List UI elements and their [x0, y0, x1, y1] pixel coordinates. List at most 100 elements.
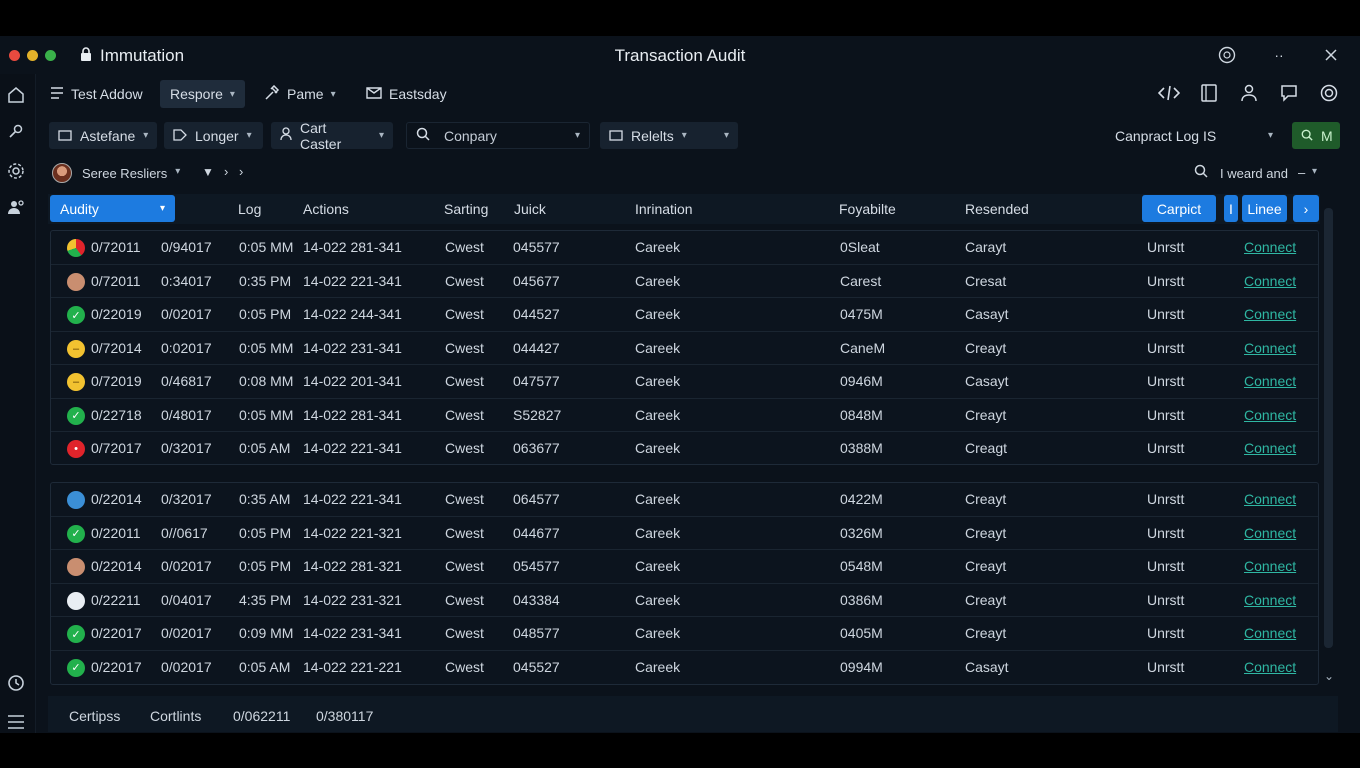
menu-icon[interactable] — [5, 711, 27, 733]
table-row[interactable]: 0/22014 0/32017 0:35 AM 14-022 221-341 Cwest… — [51, 483, 1318, 517]
connect-link[interactable]: Connect — [1244, 407, 1296, 423]
connect-link[interactable]: Connect — [1244, 239, 1296, 255]
col-sarting[interactable]: Sarting — [444, 201, 488, 217]
table-row[interactable]: 0/22211 0/04017 4:35 PM 14-022 231-321 Cwest… — [51, 584, 1318, 617]
filter-triangle-icon[interactable]: ▼ — [202, 165, 214, 179]
longer-filter[interactable]: Longer ▾ — [164, 122, 263, 149]
check-icon: ✓ — [67, 406, 85, 425]
status-mixed-icon — [67, 239, 85, 257]
user-avatar-icon — [67, 272, 85, 291]
cart-caster-filter[interactable]: Cart Caster ▾ — [271, 120, 393, 152]
table-row[interactable]: 0/72011 0:34017 0:35 PM 14-022 221-341 Cwest… — [51, 265, 1318, 298]
close-window-button[interactable] — [9, 50, 20, 61]
minimize-window-button[interactable] — [27, 50, 38, 61]
connect-link[interactable]: Connect — [1244, 340, 1296, 356]
cell-time: 0:05 AM — [239, 658, 291, 675]
cell-time: 0:05 PM — [239, 524, 292, 541]
next-button[interactable]: › — [1293, 195, 1319, 222]
globe-icon[interactable] — [1216, 44, 1238, 66]
cell-id: 0:34017 — [161, 272, 212, 289]
cell-actions: 14-022 221-221 — [303, 658, 402, 675]
col-log[interactable]: Log — [238, 201, 261, 217]
key-icon[interactable] — [5, 121, 27, 143]
settings-icon[interactable] — [5, 160, 27, 182]
scrollbar[interactable] — [1324, 208, 1333, 648]
cell-date: 0/72017 — [91, 440, 142, 456]
cell-id: 0/02017 — [161, 558, 212, 574]
respore-dropdown[interactable]: Respore ▾ — [160, 80, 245, 108]
cell-state: Unrstt — [1147, 373, 1185, 389]
eastsday-button[interactable]: Eastsday — [366, 80, 447, 108]
search-icon[interactable] — [1194, 164, 1208, 181]
connect-link[interactable]: Connect — [1244, 373, 1296, 389]
connect-link[interactable]: Connect — [1244, 440, 1296, 456]
table-row[interactable]: 0/72011 0/94017 0:05 MM 14-022 281-341 Cwest… — [51, 231, 1318, 265]
table-row[interactable]: 0/22014 0/02017 0:05 PM 14-022 281-321 Cwest… — [51, 550, 1318, 584]
table-row[interactable]: –0/72014 0:02017 0:05 MM 14-022 231-341 Cwes… — [51, 332, 1318, 365]
table-row[interactable]: ✓ 0/22017 0/02017 0:09 MM 14-022 231-341 Cwes… — [51, 617, 1318, 651]
table-row[interactable]: –0/72019 0/46817 0:08 MM 14-022 201-341 Cwes… — [51, 365, 1318, 399]
check-icon: ✓ — [67, 306, 85, 324]
table-row[interactable]: ✓ 0/22019 0/02017 0:05 PM 14-022 244-341 Cwes… — [51, 298, 1318, 332]
connect-link[interactable]: Connect — [1244, 659, 1296, 675]
connect-link[interactable]: Connect — [1244, 625, 1296, 641]
connect-link[interactable]: Connect — [1244, 491, 1296, 507]
col-actions[interactable]: Actions — [303, 201, 349, 217]
maximize-window-button[interactable] — [45, 50, 56, 61]
cell-sarting: Cwest — [445, 591, 484, 608]
connect-link[interactable]: Connect — [1244, 525, 1296, 541]
table-row[interactable]: ✓ 0/22017 0/02017 0:05 AM 14-022 221-221 Cwes… — [51, 651, 1318, 685]
table-group-2: 0/22014 0/32017 0:35 AM 14-022 221-341 Cwest… — [50, 482, 1319, 685]
more-icon[interactable]: ·· — [1268, 44, 1290, 66]
history-icon[interactable] — [5, 671, 27, 693]
cell-juick: S52827 — [513, 406, 562, 423]
chat-icon[interactable] — [1278, 82, 1300, 104]
astefane-filter[interactable]: Astefane ▾ — [49, 122, 157, 149]
pame-dropdown[interactable]: Pame ▾ — [264, 80, 336, 108]
col-juick[interactable]: Juick — [514, 201, 546, 217]
chevron-right-icon[interactable]: › — [239, 164, 243, 179]
company-search-input[interactable]: Conpary ▾ — [406, 122, 590, 149]
audity-dropdown[interactable]: Audity ▾ — [50, 195, 175, 222]
col-inrination[interactable]: Inrination — [635, 201, 693, 217]
scroll-down-icon[interactable]: ⌄ — [1324, 669, 1334, 683]
users-icon[interactable] — [5, 196, 27, 218]
close-icon[interactable] — [1320, 44, 1342, 66]
connect-link[interactable]: Connect — [1244, 592, 1296, 608]
cell-resended: Casayt — [965, 373, 1009, 389]
connect-link[interactable]: Connect — [1244, 273, 1296, 289]
cell-foyabilte: 0994M — [840, 658, 883, 675]
cell-state: Unrstt — [1147, 440, 1185, 456]
connect-link[interactable]: Connect — [1244, 558, 1296, 574]
book-icon[interactable] — [1198, 82, 1220, 104]
relelts-filter[interactable]: Relelts ▾ ▾ — [600, 122, 738, 149]
saved-results-dropdown[interactable]: Seree Resliers ▾ — [82, 166, 180, 181]
code-icon[interactable] — [1158, 82, 1180, 104]
test-addow-menu[interactable]: Test Addow — [50, 80, 143, 108]
col-foyabilte[interactable]: Foyabilte — [839, 201, 896, 217]
app-title: Immutation — [80, 46, 184, 66]
chevron-down-icon[interactable]: ▾ — [1312, 166, 1317, 177]
cell-juick: 063677 — [513, 440, 560, 456]
cell-date: 0/22019 — [91, 306, 142, 322]
carpict-button[interactable]: Carpict — [1142, 195, 1216, 222]
home-icon[interactable] — [5, 84, 27, 106]
chevron-right-icon[interactable]: › — [224, 164, 228, 179]
table-row[interactable]: ✓ 0/22011 0//0617 0:05 PM 14-022 221-321 Cwes… — [51, 517, 1318, 550]
user-avatar-icon — [67, 558, 85, 576]
cell-resended: Carayt — [965, 239, 1007, 255]
connect-link[interactable]: Connect — [1244, 306, 1296, 322]
linee-button[interactable]: Linee — [1242, 195, 1287, 222]
search-text[interactable]: I weard and — [1220, 166, 1288, 181]
user-icon[interactable] — [1238, 82, 1260, 104]
table-row[interactable]: ✓ 0/22718 0/48017 0:05 MM 14-022 281-341 Cwes… — [51, 399, 1318, 432]
log-select[interactable]: Canpract Log IS ▾ — [1106, 122, 1282, 149]
cell-foyabilte: Carest — [840, 272, 882, 289]
table-row[interactable]: • 0/72017 0/32017 0:05 AM 14-022 221-341 Cwes… — [51, 432, 1318, 466]
avatar[interactable] — [52, 163, 72, 183]
target-icon[interactable] — [1318, 82, 1340, 104]
col-resended[interactable]: Resended — [965, 201, 1029, 217]
green-action-button[interactable]: M — [1292, 122, 1340, 149]
i-button[interactable]: I — [1224, 195, 1238, 222]
cell-foyabilte: 0386M — [840, 591, 883, 608]
